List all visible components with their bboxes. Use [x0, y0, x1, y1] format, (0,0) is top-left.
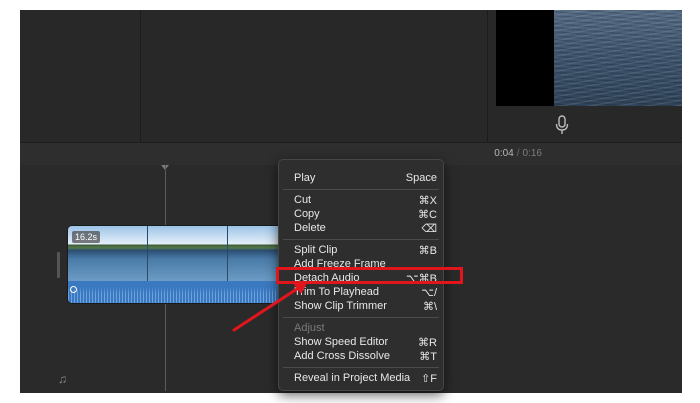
microphone-icon[interactable] [553, 114, 571, 136]
menu-item-shortcut: ⌘R [418, 337, 437, 349]
viewer-letterbox [496, 10, 554, 106]
menu-separator [283, 239, 439, 240]
menu-item-label: Play [294, 172, 316, 184]
menu-separator [283, 317, 439, 318]
menu-item-label: Trim To Playhead [294, 286, 379, 298]
total-duration: 0:16 [522, 148, 542, 159]
menu-separator [283, 189, 439, 190]
menu-item-label: Split Clip [294, 244, 338, 256]
waveform [68, 287, 308, 303]
music-note-icon[interactable]: ♫ [58, 372, 67, 386]
menu-item-reveal-in-project-media[interactable]: Reveal in Project Media ⇧F [279, 372, 443, 386]
menu-item-delete[interactable]: Delete ⌫ [279, 222, 443, 236]
menu-item-shortcut: ⌫ [421, 223, 437, 235]
detach-audio-highlight-box [276, 267, 463, 284]
clip-thumbnails [68, 226, 308, 281]
volume-keyframe-icon[interactable] [70, 286, 77, 293]
menu-item-show-clip-trimmer[interactable]: Show Clip Trimmer ⌘\ [279, 300, 443, 314]
menu-item-split-clip[interactable]: Split Clip ⌘B [279, 244, 443, 258]
menu-item-label: Add Cross Dissolve [294, 350, 390, 362]
menu-item-label: Copy [294, 208, 320, 220]
video-clip[interactable]: 16.2s [68, 226, 308, 303]
top-panels [20, 10, 682, 142]
menu-item-shortcut: Space [405, 172, 437, 184]
viewer-pane [488, 10, 682, 142]
menu-item-show-speed-editor[interactable]: Show Speed Editor ⌘R [279, 336, 443, 350]
timecode-display: 0:04/0:16 [494, 148, 542, 159]
menu-item-label: Show Clip Trimmer [294, 300, 387, 312]
menu-item-label: Cut [294, 194, 312, 206]
timeline-start-handle[interactable] [57, 252, 60, 278]
clip-duration-badge: 16.2s [72, 231, 101, 243]
menu-item-trim-to-playhead[interactable]: Trim To Playhead ⌥/ [279, 286, 443, 300]
menu-item-shortcut: ⌘T [419, 351, 437, 363]
menu-item-label: Adjust [294, 322, 325, 334]
browser-pane [141, 10, 488, 142]
menu-item-play[interactable]: Play Space [279, 172, 443, 186]
menu-item-add-cross-dissolve[interactable]: Add Cross Dissolve ⌘T [279, 350, 443, 364]
menu-item-label: Show Speed Editor [294, 336, 389, 348]
clip-audio-waveform[interactable] [68, 281, 308, 303]
viewer-preview-image [554, 10, 682, 106]
menu-item-shortcut: ⌥/ [421, 287, 437, 299]
menu-item-label: Delete [294, 222, 326, 234]
library-pane [20, 10, 141, 142]
menu-item-cut[interactable]: Cut ⌘X [279, 194, 443, 208]
menu-item-label: Reveal in Project Media [294, 372, 411, 384]
time-separator: / [516, 148, 520, 159]
menu-item-shortcut: ⌘B [418, 245, 437, 257]
menu-item-shortcut: ⌘X [418, 195, 437, 207]
menu-item-shortcut: ⇧F [421, 373, 437, 385]
menu-item-shortcut: ⌘\ [422, 301, 437, 313]
menu-separator [283, 367, 439, 368]
menu-item-shortcut: ⌘C [418, 209, 437, 221]
clip-thumbnail [148, 226, 228, 281]
menu-item-adjust: Adjust [279, 322, 443, 336]
current-time: 0:04 [494, 148, 514, 159]
menu-item-copy[interactable]: Copy ⌘C [279, 208, 443, 222]
